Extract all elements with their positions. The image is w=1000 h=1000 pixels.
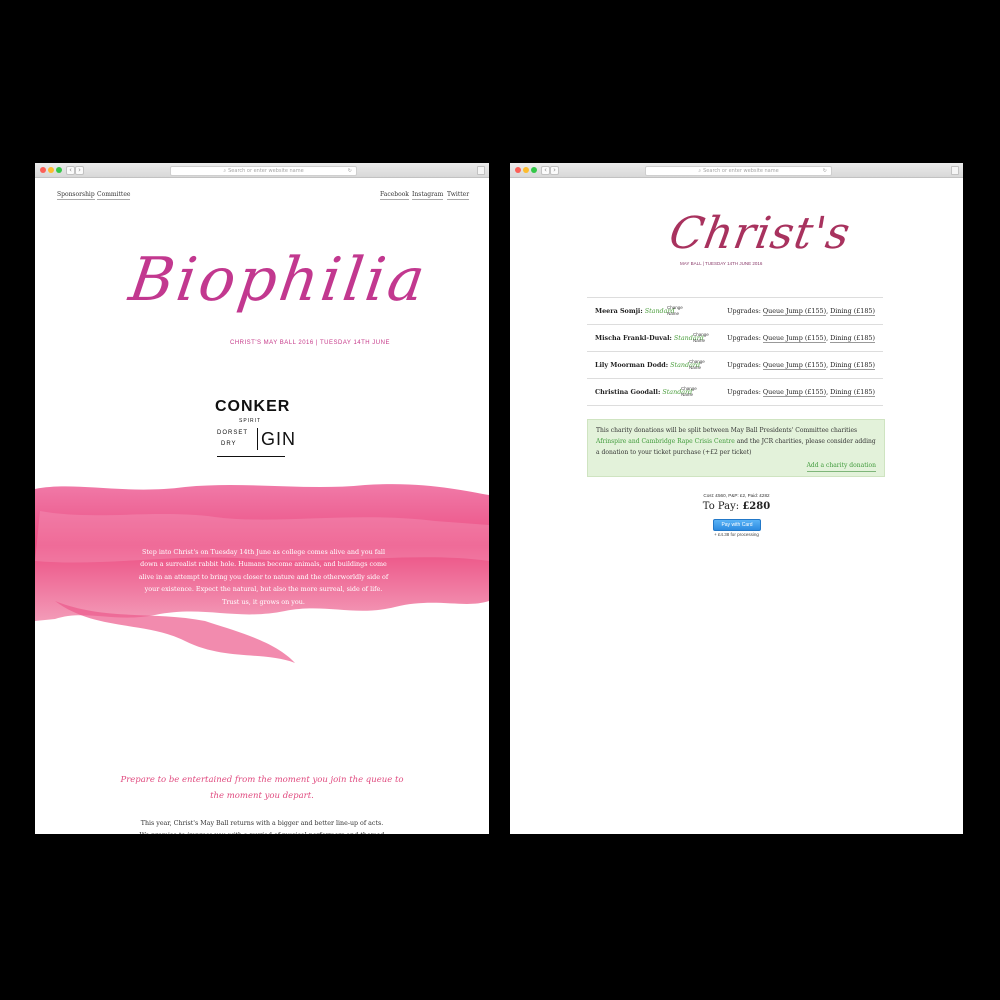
conker-dorset-label: DORSET — [217, 430, 249, 436]
christs-logo: Christ's — [665, 208, 855, 259]
ticket-row: Christina Goodall: Standard Change Name U… — [587, 379, 883, 406]
ticket-holder-name: Lily Moorman Dodd: — [595, 361, 669, 369]
title-bar: ‹ › ⌕ Search or enter website name ↻ — [35, 163, 489, 178]
back-icon[interactable]: ‹ — [541, 166, 550, 175]
event-tagline: CHRIST'S MAY BALL 2016 | TUESDAY 14TH JU… — [230, 340, 390, 346]
dining-link[interactable]: Dining (£185) — [830, 334, 875, 343]
ticket-table: Meera Somji: Standard Change Name Upgrade… — [587, 297, 883, 406]
ticket-row: Lily Moorman Dodd: Standard Change Name U… — [587, 352, 883, 379]
close-icon[interactable] — [515, 167, 521, 173]
upgrades: Upgrades: Queue Jump (£155), Dining (£18… — [727, 334, 875, 343]
zoom-icon[interactable] — [56, 167, 62, 173]
upgrades: Upgrades: Queue Jump (£155), Dining (£18… — [727, 307, 875, 316]
forward-icon[interactable]: › — [75, 166, 84, 175]
ticket-holder-name: Meera Somji: — [595, 307, 643, 315]
charity-text-a: This charity donations will be split bet… — [596, 427, 858, 434]
upgrades: Upgrades: Queue Jump (£155), Dining (£18… — [727, 388, 875, 397]
nav-link-facebook[interactable]: Facebook — [380, 191, 409, 200]
ticket-holder-name: Mischa Frankl-Duval: — [595, 334, 672, 342]
minimize-icon[interactable] — [523, 167, 529, 173]
pay-with-card-button[interactable]: Pay with Card — [713, 519, 761, 531]
reload-icon[interactable]: ↻ — [823, 167, 827, 175]
conker-divider — [257, 428, 258, 450]
minimize-icon[interactable] — [48, 167, 54, 173]
upgrades-label: Upgrades: — [727, 388, 761, 396]
biophilia-logo: Biophilia — [125, 245, 432, 315]
queue-jump-link[interactable]: Queue Jump (£155) — [762, 334, 827, 343]
browser-window-right: ‹ › ⌕ Search or enter website name ↻ Chri… — [510, 163, 963, 834]
reload-icon[interactable]: ↻ — [348, 167, 352, 175]
ticket-row: Mischa Frankl-Duval: Standard Change Name… — [587, 325, 883, 352]
address-placeholder: Search or enter website name — [703, 168, 779, 174]
upgrades-label: Upgrades: — [727, 334, 761, 342]
nav-link-twitter[interactable]: Twitter — [447, 191, 470, 200]
nav-link-instagram[interactable]: Instagram — [412, 191, 444, 200]
sidebar-toggle-icon[interactable] — [951, 166, 959, 175]
dining-link[interactable]: Dining (£185) — [830, 307, 875, 316]
conker-gin-label: GIN — [261, 429, 297, 449]
quote-text: Prepare to be entertained from the momen… — [120, 775, 404, 801]
browser-window-left: ‹ › ⌕ Search or enter website name ↻ Spon… — [35, 163, 489, 834]
dining-link[interactable]: Dining (£185) — [830, 361, 875, 370]
ticket-holder: Lily Moorman Dodd: Standard — [595, 361, 700, 369]
add-charity-donation-link[interactable]: Add a charity donation — [806, 460, 876, 472]
conker-gin-logo: CONKER SPIRIT DORSET DRY GIN — [215, 398, 295, 460]
conker-wordmark: CONKER — [215, 398, 291, 415]
processing-fee: + £4.38 for processing — [714, 532, 759, 537]
conker-dry-label: DRY — [221, 441, 237, 447]
search-icon: ⌕ — [698, 168, 702, 174]
ticket-holder: Meera Somji: Standard — [595, 307, 675, 315]
body-paragraph: This year, Christ's May Ball returns wit… — [140, 820, 385, 834]
sidebar-toggle-icon[interactable] — [477, 166, 485, 175]
address-bar[interactable]: ⌕ Search or enter website name ↻ — [645, 166, 832, 176]
queue-jump-link[interactable]: Queue Jump (£155) — [762, 388, 827, 397]
upgrades: Upgrades: Queue Jump (£155), Dining (£18… — [727, 361, 875, 370]
event-tagline: MAY BALL | TUESDAY 14TH JUNE 2016 — [680, 261, 763, 266]
charity-names-link[interactable]: Afrinspire and Cambridge Rape Crisis Cen… — [596, 438, 735, 445]
to-pay-label: To Pay: — [702, 501, 740, 512]
to-pay-amount: £280 — [742, 501, 771, 512]
close-icon[interactable] — [40, 167, 46, 173]
forward-icon[interactable]: › — [550, 166, 559, 175]
back-icon[interactable]: ‹ — [66, 166, 75, 175]
cost-summary: Cost: £560, P&P: £2, Paid: £282 — [703, 493, 770, 498]
conker-spirit-label: SPIRIT — [239, 418, 262, 424]
queue-jump-link[interactable]: Queue Jump (£155) — [762, 307, 827, 316]
address-placeholder: Search or enter website name — [228, 168, 304, 174]
nav-link-sponsorship[interactable]: Sponsorship — [57, 191, 95, 200]
search-icon: ⌕ — [223, 168, 227, 174]
queue-jump-link[interactable]: Queue Jump (£155) — [762, 361, 827, 370]
ticket-holder: Mischa Frankl-Duval: Standard — [595, 334, 704, 342]
change-name-link[interactable]: Change Name — [689, 359, 711, 371]
change-name-link[interactable]: Change Name — [667, 305, 689, 317]
address-bar[interactable]: ⌕ Search or enter website name ↻ — [170, 166, 357, 176]
intro-paragraph: Step into Christ's on Tuesday 14th June … — [138, 548, 389, 606]
zoom-icon[interactable] — [531, 167, 537, 173]
upgrades-label: Upgrades: — [727, 307, 761, 315]
ticket-row: Meera Somji: Standard Change Name Upgrade… — [587, 298, 883, 325]
change-name-link[interactable]: Change Name — [681, 386, 703, 398]
ticket-holder: Christina Goodall: Standard — [595, 388, 692, 396]
change-name-link[interactable]: Change Name — [693, 332, 715, 344]
charity-notice: This charity donations will be split bet… — [587, 419, 885, 477]
to-pay-total: To Pay: £280 — [510, 501, 963, 512]
upgrades-label: Upgrades: — [727, 361, 761, 369]
ticket-holder-name: Christina Goodall: — [595, 388, 661, 396]
dining-link[interactable]: Dining (£185) — [830, 388, 875, 397]
conker-underline — [217, 456, 285, 457]
title-bar: ‹ › ⌕ Search or enter website name ↻ — [510, 163, 963, 178]
nav-link-committee[interactable]: Committee — [97, 191, 131, 200]
